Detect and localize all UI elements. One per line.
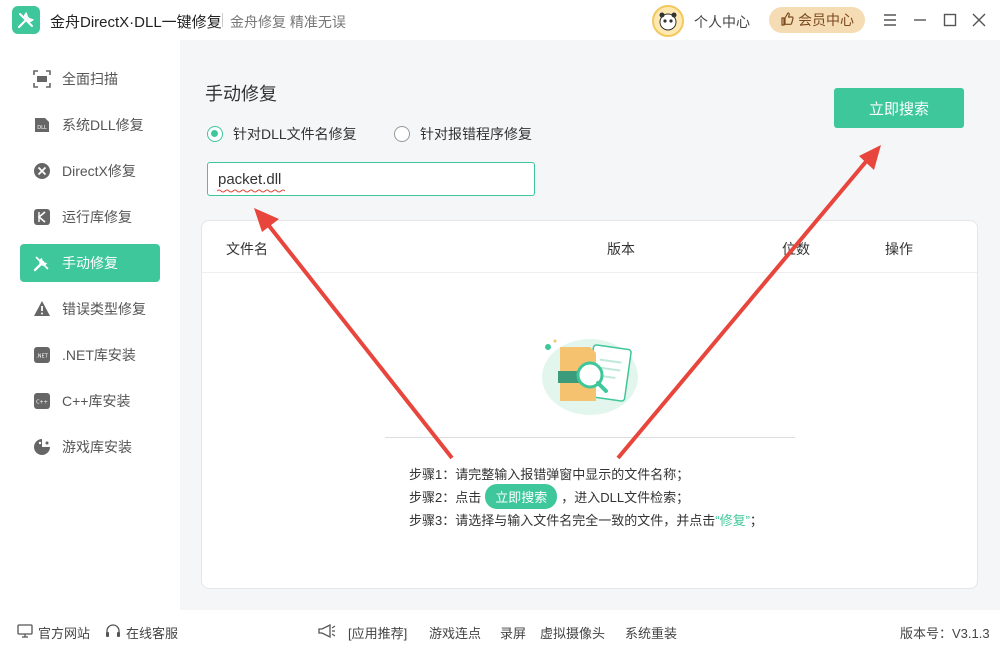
page-title: 手动修复 (205, 84, 277, 104)
search-now-button[interactable]: 立即搜索 (834, 88, 964, 128)
svg-text:C++: C++ (36, 400, 48, 406)
sidebar-item-label: 系统DLL修复 (62, 117, 144, 133)
official-website-label: 官方网站 (38, 626, 91, 641)
megaphone-icon (317, 623, 337, 642)
sidebar-item-runtime[interactable]: 运行库修复 (20, 198, 160, 236)
radio-dll-name[interactable]: 针对DLL文件名修复 (207, 124, 357, 144)
footer-link-system-reinstall[interactable]: 系统重装 (625, 623, 677, 642)
game-icon (32, 437, 52, 457)
step-2-search-button[interactable]: 立即搜索 (485, 484, 558, 509)
close-icon[interactable] (969, 10, 989, 30)
official-website-link[interactable]: 官方网站 (17, 623, 90, 642)
sidebar-item-system-dll[interactable]: DLL 系统DLL修复 (20, 106, 160, 144)
sidebar-item-cpp[interactable]: C++ C++库安装 (20, 382, 160, 420)
directx-icon (32, 161, 52, 181)
app-recommend: [应用推荐] (317, 623, 407, 642)
step-2: 步骤2：点击 立即搜索 ，进入DLL文件检索； (409, 484, 689, 509)
sidebar-item-label: .NET库安装 (62, 347, 136, 363)
app-subtitle: 金舟修复 精准无误 (230, 14, 346, 30)
dotnet-icon: .NET (32, 345, 52, 365)
radio-selected-icon[interactable] (207, 126, 223, 142)
warning-icon (32, 299, 52, 319)
minimize-icon[interactable] (910, 10, 930, 30)
wrench-icon (32, 253, 52, 273)
radio-error-program[interactable]: 针对报错程序修复 (394, 124, 532, 144)
title-divider (222, 13, 223, 27)
sidebar-item-label: C++库安装 (62, 393, 131, 409)
online-service-link[interactable]: 在线客服 (105, 623, 178, 642)
step-3-prefix: 步骤3：请选择与输入文件名完全一致的文件，并点击 (409, 513, 716, 528)
col-bits: 位数 (782, 241, 810, 257)
sidebar-item-label: DirectX修复 (62, 163, 136, 179)
profile-link[interactable]: 个人中心 (694, 12, 750, 32)
sidebar-item-label: 错误类型修复 (62, 301, 146, 317)
main-panel: 手动修复 针对DLL文件名修复 针对报错程序修复 立即搜索 文件名 版本 位数 … (180, 40, 1000, 610)
sidebar-item-manual-repair[interactable]: 手动修复 (20, 244, 160, 282)
footer-link-recorder[interactable]: 录屏 (500, 623, 526, 642)
step-3-suffix: ； (749, 513, 763, 528)
sidebar-item-game-lib[interactable]: 游戏库安装 (20, 428, 160, 466)
step-1-text: 步骤1：请完整输入报错弹窗中显示的文件名称； (409, 467, 690, 482)
vip-center-label: 会员中心 (798, 12, 854, 28)
sidebar-item-error-type[interactable]: 错误类型修复 (20, 290, 160, 328)
sidebar-item-label: 运行库修复 (62, 209, 132, 225)
spellcheck-underline (217, 189, 285, 193)
empty-search-illustration (542, 339, 638, 415)
footer-link-virtual-camera[interactable]: 虚拟摄像头 (540, 623, 605, 642)
col-filename: 文件名 (226, 241, 268, 257)
avatar[interactable] (652, 5, 684, 37)
steps-divider (385, 437, 795, 438)
step-2-suffix: ，进入DLL文件检索； (561, 490, 690, 505)
scan-icon (32, 69, 52, 89)
dll-icon: DLL (32, 115, 52, 135)
sidebar-item-label: 游戏库安装 (62, 439, 132, 455)
runtime-icon (32, 207, 52, 227)
thumb-up-icon (780, 11, 794, 29)
sidebar-item-label: 全面扫描 (62, 71, 118, 87)
sidebar-item-full-scan[interactable]: 全面扫描 (20, 60, 160, 98)
step-1: 步骤1：请完整输入报错弹窗中显示的文件名称； (409, 464, 689, 483)
footer-link-autoclicker[interactable]: 游戏连点 (429, 623, 481, 642)
headset-icon (105, 624, 121, 641)
maximize-icon[interactable] (940, 10, 960, 30)
radio-dll-label: 针对DLL文件名修复 (233, 126, 357, 142)
vip-center-button[interactable]: 会员中心 (769, 7, 865, 33)
radio-program-label: 针对报错程序修复 (420, 126, 532, 142)
sidebar-item-label: 手动修复 (62, 255, 118, 271)
sidebar-item-dotnet[interactable]: .NET .NET库安装 (20, 336, 160, 374)
title-bar: 金舟DirectX·DLL一键修复 金舟修复 精准无误 个人中心 会员中心 (0, 0, 1000, 40)
svg-text:.NET: .NET (36, 354, 48, 360)
radio-unselected-icon[interactable] (394, 126, 410, 142)
app-recommend-label: [应用推荐] (348, 626, 408, 641)
online-service-label: 在线客服 (126, 626, 179, 641)
results-table: 文件名 版本 位数 操作 步骤1：请完整输入报错弹窗中显示的文件名称； 步骤2：… (201, 220, 978, 589)
menu-icon[interactable] (880, 10, 900, 30)
app-title: 金舟DirectX·DLL一键修复 (50, 14, 222, 31)
svg-text:DLL: DLL (37, 125, 47, 131)
step-3: 步骤3：请选择与输入文件名完全一致的文件，并点击 “修复” ； (409, 510, 763, 529)
monitor-icon (17, 624, 33, 641)
version-label: 版本号：V3.1.3 (900, 626, 990, 641)
col-version: 版本 (607, 241, 635, 257)
cpp-icon: C++ (32, 391, 52, 411)
col-action: 操作 (885, 241, 913, 257)
sidebar: 全面扫描 DLL 系统DLL修复 DirectX修复 运行库修复 手动修复 错误… (0, 40, 180, 610)
step-3-highlight: “修复” (715, 513, 750, 528)
sidebar-item-directx[interactable]: DirectX修复 (20, 152, 160, 190)
table-header: 文件名 版本 位数 操作 (202, 221, 977, 273)
step-2-prefix: 步骤2：点击 (409, 490, 482, 505)
footer-bar: 官方网站 在线客服 [应用推荐] 游戏连点 录屏 虚拟摄像头 系统重装 版本号：… (0, 610, 1000, 650)
app-logo (12, 6, 40, 34)
